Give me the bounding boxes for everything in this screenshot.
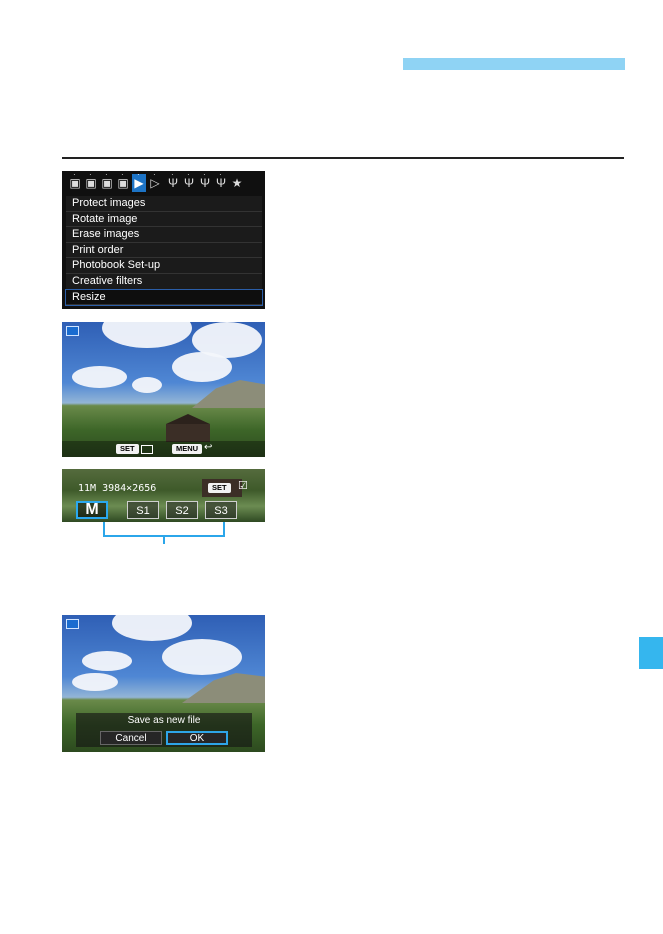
setup-tab-1-icon[interactable]: · Ψ: [166, 171, 180, 192]
shooting-tab-1-icon[interactable]: · ▣: [68, 171, 82, 192]
callout-bracket-right: [223, 522, 225, 536]
resize-icon: [141, 445, 153, 454]
cloud: [162, 639, 242, 675]
section-divider: [62, 157, 624, 159]
shooting-tab-3-icon[interactable]: · ▣: [100, 171, 114, 192]
menu-item-protect-images[interactable]: Protect images: [66, 196, 262, 212]
menu-button-label: MENU: [172, 444, 203, 454]
resize-icon: [66, 326, 79, 336]
cloud: [132, 377, 162, 393]
callout-bracket-left: [103, 522, 105, 536]
shooting-tab-4-icon[interactable]: · ▣: [116, 171, 130, 192]
cloud: [172, 352, 232, 382]
current-size-label: 11M 3984×2656: [78, 483, 157, 494]
setup-tab-4-icon[interactable]: · Ψ: [214, 171, 228, 192]
setup-tab-3-icon[interactable]: · Ψ: [198, 171, 212, 192]
resize-option-screen: 11M 3984×2656 SET ☑ M S1 S2 S3: [62, 469, 265, 522]
set-button-label: SET: [208, 483, 231, 493]
save-confirm-screen: Save as new file Cancel OK: [62, 615, 265, 752]
dialog-message: Save as new file: [127, 715, 201, 726]
photo-bottom-bar: SET MENU ↩: [62, 441, 265, 457]
cloud: [82, 651, 132, 671]
playback-tab-2-icon[interactable]: · ▷: [148, 171, 162, 192]
barn-roof: [166, 414, 210, 424]
resize-confirm-icon: ☑: [238, 480, 248, 492]
cloud: [72, 673, 118, 691]
chapter-tab: [639, 637, 663, 669]
menu-item-rotate-image[interactable]: Rotate image: [66, 211, 262, 228]
cloud: [72, 366, 127, 388]
return-icon: ↩: [204, 442, 213, 453]
menu-tab-bar: · ▣ · ▣ · ▣ · ▣ · ▶ · ▷ · Ψ · Ψ · Ψ · Ψ ★: [62, 171, 265, 195]
barn: [166, 424, 210, 442]
mountain: [192, 380, 265, 408]
mountain: [182, 673, 265, 703]
playback-tab-1-icon[interactable]: · ▶: [132, 171, 146, 192]
menu-item-print-order[interactable]: Print order: [66, 242, 262, 259]
size-option-m[interactable]: M: [76, 501, 108, 519]
camera-menu-screen: · ▣ · ▣ · ▣ · ▣ · ▶ · ▷ · Ψ · Ψ · Ψ · Ψ ★ Protect …: [62, 171, 265, 309]
section-header-bar: [403, 58, 625, 70]
cloud: [102, 322, 192, 348]
ok-button[interactable]: OK: [166, 731, 228, 745]
menu-item-erase-images[interactable]: Erase images: [66, 227, 262, 243]
menu-item-resize[interactable]: Resize: [65, 288, 263, 307]
setup-tab-2-icon[interactable]: · Ψ: [182, 171, 196, 192]
cancel-button[interactable]: Cancel: [100, 731, 162, 745]
cloud: [112, 615, 192, 641]
playback-image-screen: SET MENU ↩: [62, 322, 265, 457]
save-dialog: Save as new file Cancel OK: [76, 713, 252, 747]
menu-item-creative-filters[interactable]: Creative filters: [66, 273, 262, 290]
playback-menu-list: Protect images Rotate image Erase images…: [65, 196, 263, 307]
resize-icon: [66, 619, 79, 629]
shooting-tab-2-icon[interactable]: · ▣: [84, 171, 98, 192]
size-option-s1[interactable]: S1: [127, 501, 159, 519]
size-option-s2[interactable]: S2: [166, 501, 198, 519]
my-menu-tab-icon[interactable]: ★: [230, 174, 244, 192]
menu-item-photobook-setup[interactable]: Photobook Set-up: [66, 258, 262, 274]
size-option-s3[interactable]: S3: [205, 501, 237, 519]
callout-bracket-stem: [163, 536, 165, 544]
set-button-label: SET: [116, 444, 139, 454]
